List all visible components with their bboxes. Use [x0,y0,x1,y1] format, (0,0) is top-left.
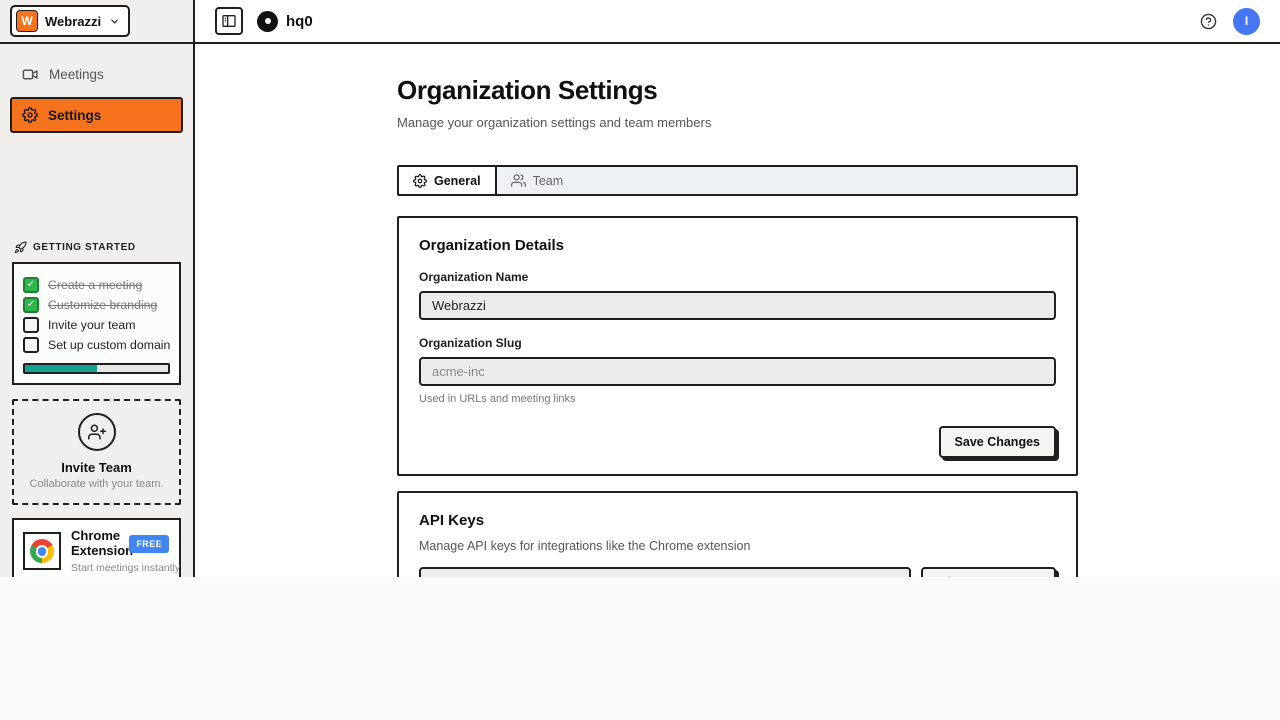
checklist-label: Customize branding [48,298,157,312]
chrome-logo-frame [23,532,61,570]
nav-label: Meetings [49,67,104,82]
workspace-name: hq0 [286,13,313,30]
topbar: hq0 I [195,0,1280,44]
invite-icon-circle [78,413,116,451]
sidebar: W Webrazzi Meetings Settings GETTING STA… [0,0,195,577]
settings-content: Organization Settings Manage your organi… [397,44,1078,577]
getting-started-checklist: ✓ Create a meeting ✓ Customize branding … [12,262,181,385]
organization-name-input[interactable] [419,291,1056,320]
sidebar-toggle-button[interactable] [215,7,243,35]
invite-team-title: Invite Team [22,460,171,475]
api-key-row: Generate Key [419,567,1056,577]
rocket-icon [14,241,27,254]
nav-label: Settings [48,108,101,123]
org-logo: W [16,10,38,32]
avatar[interactable]: I [1233,8,1260,35]
api-keys-card: API Keys Manage API keys for integration… [397,491,1078,577]
page-subtitle: Manage your organization settings and te… [397,115,1078,130]
getting-started-title: GETTING STARTED [33,242,136,253]
getting-started-header: GETTING STARTED [0,241,193,254]
chrome-icon [30,539,54,563]
organization-slug-label: Organization Slug [419,336,1056,350]
free-badge: FREE [129,535,169,553]
progress-bar [23,363,170,374]
sidebar-header: W Webrazzi [0,0,193,44]
checklist-label: Invite your team [48,318,135,332]
progress-bar-fill [25,365,97,372]
sidebar-nav: Meetings Settings [0,44,193,133]
organization-name-field: Organization Name [419,270,1056,320]
tab-team[interactable]: Team [497,167,578,194]
tab-label: Team [533,174,564,188]
generate-key-label: Generate Key [959,576,1040,577]
help-button[interactable] [1200,13,1217,30]
tab-label: General [434,174,481,188]
checklist-item[interactable]: ✓ Customize branding [23,297,170,313]
organization-slug-input[interactable] [419,357,1056,386]
org-switcher-label: Webrazzi [45,14,101,29]
getting-started-section: GETTING STARTED ✓ Create a meeting ✓ Cus… [0,241,193,385]
app-window: W Webrazzi Meetings Settings GETTING STA… [0,0,1280,577]
chevron-down-icon [109,16,120,27]
checkbox-checked[interactable]: ✓ [23,297,39,313]
generate-key-button[interactable]: Generate Key [921,567,1056,577]
organization-name-label: Organization Name [419,270,1056,284]
checkmark-icon: ✓ [27,280,35,290]
api-key-name-input[interactable] [419,567,911,577]
gear-icon [413,174,427,188]
key-icon [937,576,951,577]
card-title: API Keys [419,512,1056,529]
topbar-right: I [1200,8,1260,35]
org-switcher[interactable]: W Webrazzi [10,5,130,37]
invite-team-subtitle: Collaborate with your team. [22,478,171,490]
card-actions: Save Changes [419,426,1056,458]
checkbox-checked[interactable]: ✓ [23,277,39,293]
checklist-item[interactable]: ✓ Create a meeting [23,277,170,293]
brand-donut-icon [257,11,278,32]
checkbox-unchecked[interactable] [23,317,39,333]
chrome-extension-card[interactable]: Chrome Extension Start meetings instantl… [12,518,181,577]
organization-slug-field: Organization Slug Used in URLs and meeti… [419,336,1056,405]
sidebar-item-meetings[interactable]: Meetings [10,58,183,91]
settings-tabs: General Team [397,165,1078,196]
user-plus-icon [88,423,106,441]
organization-details-card: Organization Details Organization Name O… [397,216,1078,476]
users-icon [511,173,526,188]
sidebar-item-settings[interactable]: Settings [10,97,183,133]
save-changes-button[interactable]: Save Changes [939,426,1056,458]
slug-help-text: Used in URLs and meeting links [419,393,1056,405]
sidebar-toggle-icon [221,13,237,29]
gear-icon [22,107,38,123]
chrome-extension-subtitle: Start meetings instantly [71,562,180,574]
page-title: Organization Settings [397,75,1078,106]
checkbox-unchecked[interactable] [23,337,39,353]
main-area: hq0 I Organization Settings Manage your … [195,0,1280,577]
checklist-label: Create a meeting [48,278,142,292]
checklist-item[interactable]: Invite your team [23,317,170,333]
tab-general[interactable]: General [399,167,497,194]
help-circle-icon [1200,13,1217,30]
invite-team-card[interactable]: Invite Team Collaborate with your team. [12,399,181,505]
card-title: Organization Details [419,237,1056,254]
checkmark-icon: ✓ [27,300,35,310]
workspace-brand: hq0 [257,11,313,32]
checklist-item[interactable]: Set up custom domain [23,337,170,353]
api-keys-subtitle: Manage API keys for integrations like th… [419,539,1056,553]
checklist-label: Set up custom domain [48,338,170,352]
video-camera-icon [22,66,39,83]
